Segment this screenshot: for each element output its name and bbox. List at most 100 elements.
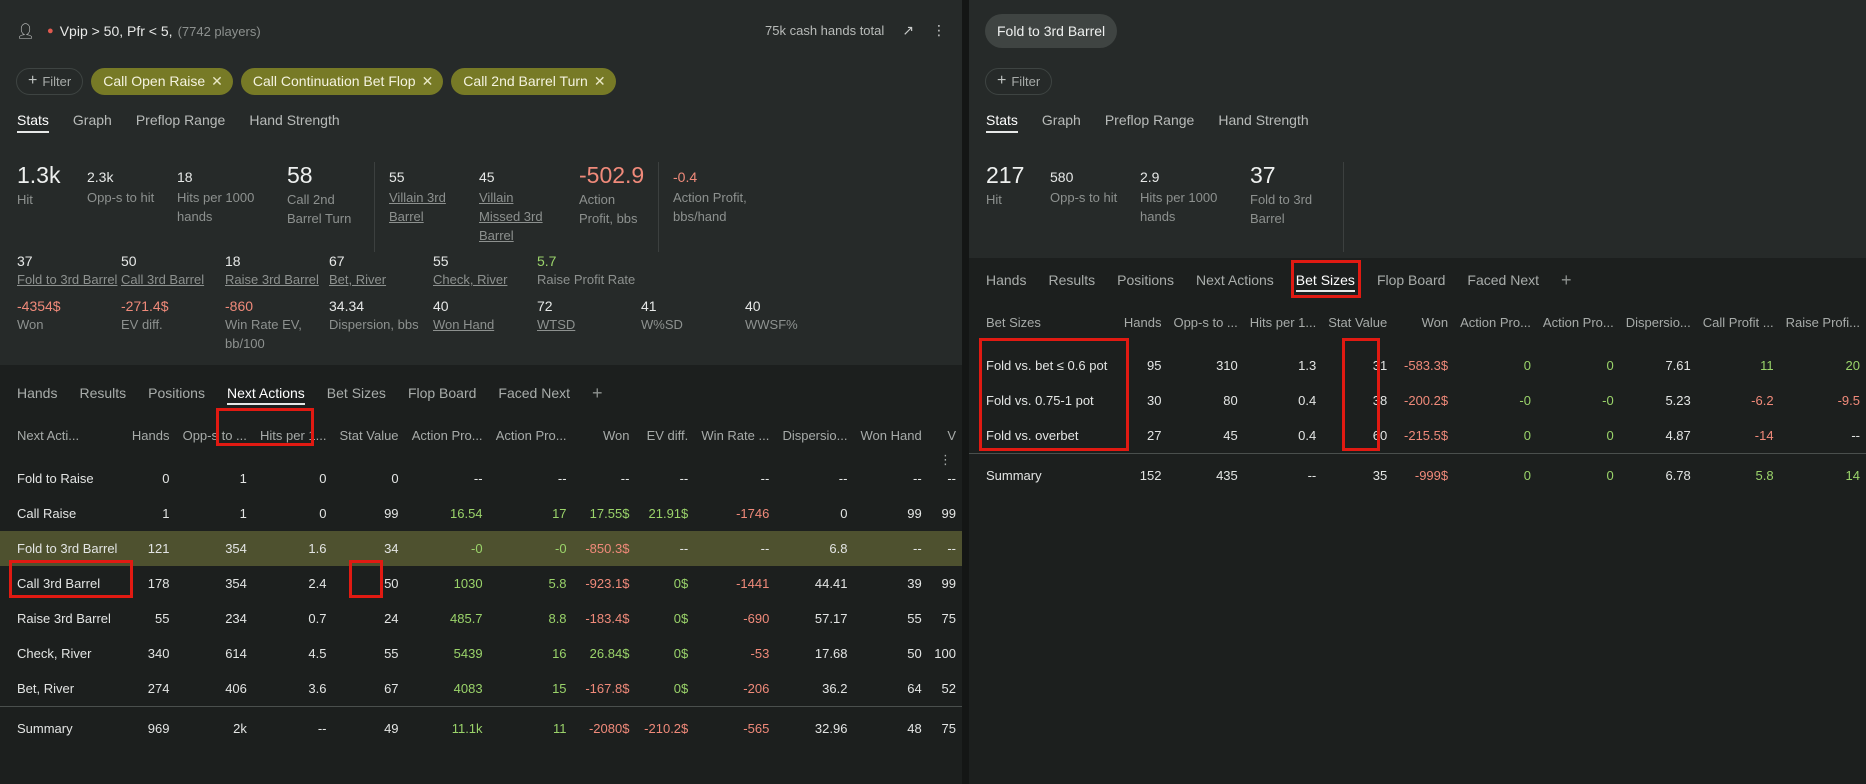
tab-graph[interactable]: Graph (1042, 109, 1081, 131)
subtab-flop-board[interactable]: Flop Board (1377, 267, 1445, 293)
summary-row[interactable]: Summary 969 2k -- 49 11.1k 11 -2080$ -210.2$ -565… (0, 705, 962, 751)
table-row[interactable]: Fold to 3rd Barrel 121 354 1.6 34 -0 -0 -850.3$… (0, 531, 962, 566)
table-row[interactable]: Fold vs. bet ≤ 0.6 pot 95 310 1.3 31 -583.3$ 0… (969, 348, 1866, 383)
subtab-bet-sizes[interactable]: Bet Sizes (1295, 267, 1356, 293)
column-header[interactable]: Hands (125, 415, 175, 455)
column-header[interactable]: Next Acti... (0, 415, 125, 455)
tab-stats[interactable]: Stats (986, 109, 1018, 133)
column-header[interactable]: Won (1393, 302, 1454, 342)
mini-label-link[interactable]: Check, River (433, 270, 537, 289)
mini-label: EV diff. (121, 317, 163, 332)
column-header[interactable]: Dispersio... (1620, 302, 1697, 342)
tab-hand-strength[interactable]: Hand Strength (249, 109, 339, 131)
mini-label-link[interactable]: Raise 3rd Barrel (225, 270, 329, 289)
table-row[interactable]: Fold vs. overbet 27 45 0.4 60 -215.5$ 0 0 4.87 -1… (969, 418, 1866, 453)
pane-divider[interactable] (962, 0, 969, 784)
more-vertical-icon[interactable]: ⋮ (932, 22, 946, 39)
table-row[interactable]: Call 3rd Barrel 178 354 2.4 50 1030 5.8 -923.1$… (0, 566, 962, 601)
tab-hand-strength[interactable]: Hand Strength (1218, 109, 1308, 131)
subtab-positions[interactable]: Positions (1117, 267, 1174, 293)
filter-button[interactable]: + Filter (16, 67, 84, 95)
filter-chip[interactable]: Call Open Raise ✕ (91, 67, 233, 95)
column-header[interactable]: Won Hand (853, 415, 927, 455)
table-cell: -- (1243, 452, 1323, 498)
column-header[interactable]: Hits per 1... (253, 415, 333, 455)
tab-preflop-range[interactable]: Preflop Range (136, 109, 226, 131)
table-cell: -200.2$ (1404, 393, 1449, 408)
add-tab-icon[interactable]: + (592, 383, 603, 404)
column-header[interactable]: Hands (1118, 302, 1168, 342)
table-cell: 178 (147, 576, 170, 591)
column-header[interactable]: Hits per 1... (1244, 302, 1322, 342)
stat-label-link[interactable]: Villain 3rd Barrel (389, 188, 457, 226)
column-header[interactable]: Action Pro... (405, 415, 489, 455)
stat-label-link[interactable]: Villain Missed 3rd Barrel (479, 188, 557, 245)
mini-label-link[interactable]: WTSD (537, 315, 641, 334)
column-header[interactable]: Action Pro... (1537, 302, 1620, 342)
column-header[interactable]: EV diff. (635, 415, 694, 455)
column-header[interactable]: Won (573, 415, 636, 455)
subtab-positions[interactable]: Positions (148, 380, 205, 406)
column-header[interactable]: V (928, 415, 962, 455)
subtab-hands[interactable]: Hands (986, 267, 1026, 293)
column-header[interactable]: Action Pro... (489, 415, 573, 455)
filter-chip[interactable]: Call Continuation Bet Flop ✕ (240, 67, 444, 95)
table-cell: -- (694, 531, 776, 566)
subtab-bet-sizes[interactable]: Bet Sizes (327, 380, 386, 406)
mini-label-link[interactable]: Bet, River (329, 270, 433, 289)
table-row[interactable]: Call Raise 1 1 0 99 16.54 17 17.55$ 21.91$ -1746 0… (0, 496, 962, 531)
tab-graph[interactable]: Graph (73, 109, 112, 131)
subtab-flop-board[interactable]: Flop Board (408, 380, 476, 406)
filter-button[interactable]: + Filter (985, 67, 1053, 95)
column-header[interactable]: Win Rate ... (694, 415, 775, 455)
row-label-cell: Fold to Raise (17, 471, 94, 486)
subtab-next-actions[interactable]: Next Actions (1196, 267, 1274, 293)
table-row[interactable]: Check, River 340 614 4.5 55 5439 16 26.84$ 0$ -53… (0, 636, 962, 671)
table-cell: 99 (384, 506, 399, 521)
subtab-next-actions[interactable]: Next Actions (226, 380, 305, 406)
tab-preflop-range[interactable]: Preflop Range (1105, 109, 1195, 131)
column-menu-icon[interactable]: ⋮ (939, 452, 952, 468)
column-header[interactable]: Bet Sizes (969, 302, 1118, 342)
table-row[interactable]: Raise 3rd Barrel 55 234 0.7 24 485.7 8.8 -183.4… (0, 601, 962, 636)
subtab-hands[interactable]: Hands (17, 380, 57, 406)
table-cell: 121 (125, 531, 176, 566)
subtab-faced-next[interactable]: Faced Next (498, 380, 570, 406)
mini-label-link[interactable]: Fold to 3rd Barrel (17, 270, 121, 289)
open-external-icon[interactable]: ↗ (902, 22, 914, 39)
tab-stats[interactable]: Stats (17, 109, 49, 133)
table-row[interactable]: Fold vs. 0.75-1 pot 30 80 0.4 38 -200.2$ -0 -0 5… (969, 383, 1866, 418)
table-cell: 21.91$ (648, 506, 689, 521)
subtab-results[interactable]: Results (79, 380, 126, 406)
close-icon[interactable]: ✕ (211, 73, 223, 90)
subtab-results[interactable]: Results (1048, 267, 1095, 293)
column-header[interactable]: Call Profit ... (1697, 302, 1780, 342)
table-row[interactable]: Fold to Raise 0 1 0 0 -- -- -- -- -- -- -- -- (0, 461, 962, 496)
stat-value: 58 (287, 162, 313, 188)
summary-row[interactable]: Summary 152 435 -- 35 -999$ 0 0 6.78 5.8 14 (969, 452, 1866, 498)
column-header[interactable]: Stat Value (333, 415, 405, 455)
subtab-faced-next[interactable]: Faced Next (1467, 267, 1539, 293)
mini-label-link[interactable]: Call 3rd Barrel (121, 270, 225, 289)
table-cell: -- (1851, 427, 1860, 443)
close-icon[interactable]: ✕ (422, 73, 434, 90)
table-cell: 0$ (673, 646, 689, 661)
drilldown-title[interactable]: Fold to 3rd Barrel (985, 14, 1118, 48)
mini-check-river: 55 Check, River (433, 252, 537, 289)
table-cell: 4083 (453, 680, 483, 696)
table-row[interactable]: Bet, River 274 406 3.6 67 4083 15 -167.8$ 0$ -206… (0, 671, 962, 706)
mini-label-link[interactable]: Won Hand (433, 315, 537, 334)
column-header[interactable]: Action Pro... (1454, 302, 1537, 342)
add-tab-icon[interactable]: + (1561, 270, 1572, 291)
column-header[interactable]: Raise Profi... (1780, 302, 1866, 342)
column-header[interactable]: Stat Value (1322, 302, 1393, 342)
mini-won: -4354$ Won (17, 297, 121, 353)
filter-chip[interactable]: Call 2nd Barrel Turn ✕ (451, 67, 616, 95)
left-mini-stats: 37 Fold to 3rd Barrel 50 Call 3rd Barrel 1… (0, 252, 962, 365)
table-cell: 1.6 (252, 531, 333, 566)
close-icon[interactable]: ✕ (594, 73, 606, 90)
column-header[interactable]: Opp-s to ... (176, 415, 253, 455)
column-header[interactable]: Opp-s to ... (1167, 302, 1243, 342)
table-cell: 99 (941, 506, 956, 521)
column-header[interactable]: Dispersio... (775, 415, 853, 455)
